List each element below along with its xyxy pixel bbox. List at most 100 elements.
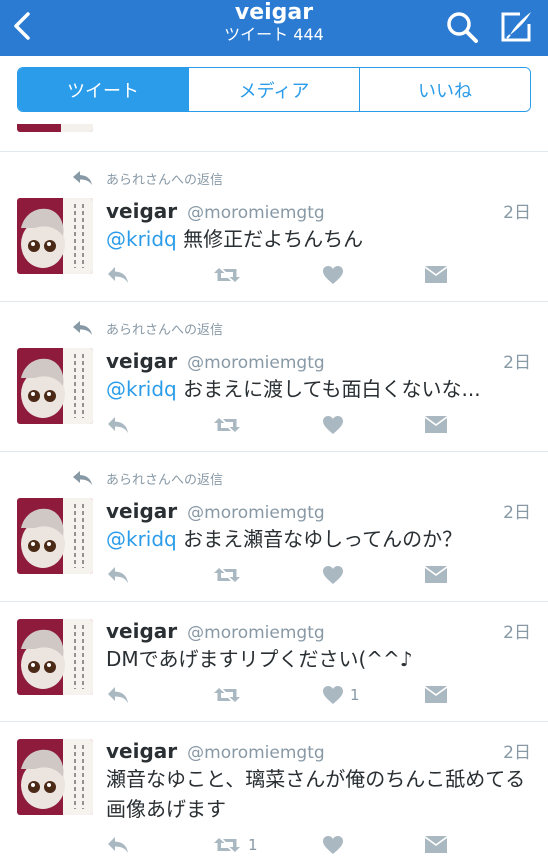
- retweet-icon: [212, 124, 242, 125]
- reply-icon: [73, 471, 92, 485]
- search-button[interactable]: [445, 10, 479, 44]
- heart-icon: [323, 416, 343, 434]
- user-handle[interactable]: @moromiemgtg: [187, 203, 325, 223]
- envelope-icon: [425, 836, 447, 853]
- avatar[interactable]: [17, 619, 93, 695]
- avatar[interactable]: [17, 348, 93, 424]
- like-button[interactable]: [322, 124, 344, 128]
- tweet[interactable]: veigar @moromiemgtg 2日 瀬音なゆこと、璃菜さんが俺のちんこ…: [0, 722, 548, 861]
- heart-icon: [323, 566, 343, 584]
- reply-context-text: あられさんへの返信: [106, 172, 224, 188]
- like-count: 1: [350, 686, 360, 704]
- envelope-icon: [425, 686, 447, 703]
- tab-tweets[interactable]: ツイート: [18, 68, 188, 111]
- tweet-text: @kridq おまえに渡しても面白くないな...: [106, 374, 531, 404]
- reply-button[interactable]: [106, 124, 130, 128]
- retweet-icon: [214, 838, 240, 852]
- retweet-icon: [214, 418, 240, 432]
- reply-icon: [73, 321, 92, 335]
- tweet-body: DMであげますリプください(^^♪: [106, 647, 413, 671]
- compose-icon: [501, 12, 531, 42]
- reply-button[interactable]: [106, 412, 130, 438]
- tweet-actions: [106, 262, 531, 288]
- tweet[interactable]: veigar @moromiemgtg 2日 DMであげますリプください(^^♪…: [0, 602, 548, 722]
- tweet-header: veigar @moromiemgtg 2日: [106, 738, 531, 766]
- user-handle[interactable]: @moromiemgtg: [187, 623, 325, 643]
- tweet-body: おまえ瀬音なゆしってんのか？: [183, 527, 463, 551]
- retweet-button[interactable]: [212, 412, 242, 438]
- reply-button[interactable]: [106, 262, 130, 288]
- display-name[interactable]: veigar: [106, 499, 177, 523]
- reply-icon: [106, 124, 130, 125]
- retweet-button[interactable]: [212, 124, 242, 128]
- avatar[interactable]: [17, 124, 93, 132]
- display-name[interactable]: veigar: [106, 739, 177, 763]
- envelope-icon: [425, 566, 447, 583]
- timeline[interactable]: あられさんへの返信 veigar @moromiemgtg 2日 @kridq …: [0, 124, 548, 861]
- tweet-text: @kridq おまえ瀬音なゆしってんのか？: [106, 524, 531, 554]
- retweet-button[interactable]: 1: [212, 832, 258, 858]
- avatar[interactable]: [17, 198, 93, 274]
- envelope-icon: [425, 266, 447, 283]
- tweet-text: @kridq 無修正だよちんちん: [106, 224, 531, 254]
- user-handle[interactable]: @moromiemgtg: [187, 743, 325, 763]
- tweet-text: DMであげますリプください(^^♪: [106, 644, 531, 674]
- retweet-button[interactable]: [212, 682, 242, 708]
- display-name[interactable]: veigar: [106, 619, 177, 643]
- tweet-actions: [106, 412, 531, 438]
- retweet-icon: [214, 688, 240, 702]
- avatar[interactable]: [17, 498, 93, 574]
- reply-button[interactable]: [106, 562, 130, 588]
- like-button[interactable]: 1: [322, 682, 360, 708]
- retweet-icon: [214, 568, 240, 582]
- like-button[interactable]: [322, 412, 344, 438]
- reply-icon: [73, 171, 92, 185]
- tweet-header: veigar @moromiemgtg 2日: [106, 348, 531, 376]
- compose-button[interactable]: [498, 9, 534, 45]
- heart-icon: [323, 836, 343, 854]
- reply-context-text: あられさんへの返信: [106, 472, 224, 488]
- reply-button[interactable]: [106, 832, 130, 858]
- tweet-partial: [0, 124, 548, 152]
- mention-link[interactable]: @kridq: [106, 377, 177, 401]
- tab-media[interactable]: メディア: [188, 68, 359, 111]
- tweet[interactable]: あられさんへの返信 veigar @moromiemgtg 2日 @kridq …: [0, 152, 548, 302]
- tweet-header: veigar @moromiemgtg 2日: [106, 198, 531, 226]
- heart-icon: [323, 266, 343, 284]
- dm-button[interactable]: [424, 412, 448, 438]
- retweet-button[interactable]: [212, 262, 242, 288]
- avatar[interactable]: [17, 739, 93, 815]
- tab-likes[interactable]: いいね: [359, 68, 530, 111]
- dm-button[interactable]: [424, 562, 448, 588]
- dm-button[interactable]: [424, 832, 448, 858]
- like-button[interactable]: [322, 562, 344, 588]
- timestamp: 2日: [503, 503, 531, 523]
- tweet[interactable]: あられさんへの返信 veigar @moromiemgtg 2日 @kridq …: [0, 302, 548, 452]
- user-handle[interactable]: @moromiemgtg: [187, 353, 325, 373]
- dm-button[interactable]: [424, 124, 448, 128]
- tweet-body: おまえに渡しても面白くないな...: [183, 377, 481, 401]
- reply-icon: [108, 267, 128, 283]
- dm-button[interactable]: [424, 262, 448, 288]
- tweet-actions: 1: [106, 682, 531, 708]
- reply-context: あられさんへの返信: [72, 168, 223, 188]
- display-name[interactable]: veigar: [106, 199, 177, 223]
- like-button[interactable]: [322, 832, 344, 858]
- search-icon: [447, 12, 478, 43]
- reply-context: あられさんへの返信: [72, 468, 223, 488]
- tweet-body: 瀬音なゆこと、璃菜さんが俺のちんこ舐めてる画像あげます: [106, 767, 526, 821]
- user-handle[interactable]: @moromiemgtg: [187, 503, 325, 523]
- timestamp: 2日: [503, 203, 531, 223]
- tweet[interactable]: あられさんへの返信 veigar @moromiemgtg 2日 @kridq …: [0, 452, 548, 602]
- display-name[interactable]: veigar: [106, 349, 177, 373]
- reply-button[interactable]: [106, 682, 130, 708]
- mention-link[interactable]: @kridq: [106, 227, 177, 251]
- tab-bar: ツイート メディア いいね: [0, 56, 548, 124]
- tweet-text: 瀬音なゆこと、璃菜さんが俺のちんこ舐めてる画像あげます: [106, 764, 531, 824]
- mention-link[interactable]: @kridq: [106, 527, 177, 551]
- like-button[interactable]: [322, 262, 344, 288]
- reply-context-text: あられさんへの返信: [106, 322, 224, 338]
- reply-icon: [108, 417, 128, 433]
- dm-button[interactable]: [424, 682, 448, 708]
- retweet-button[interactable]: [212, 562, 242, 588]
